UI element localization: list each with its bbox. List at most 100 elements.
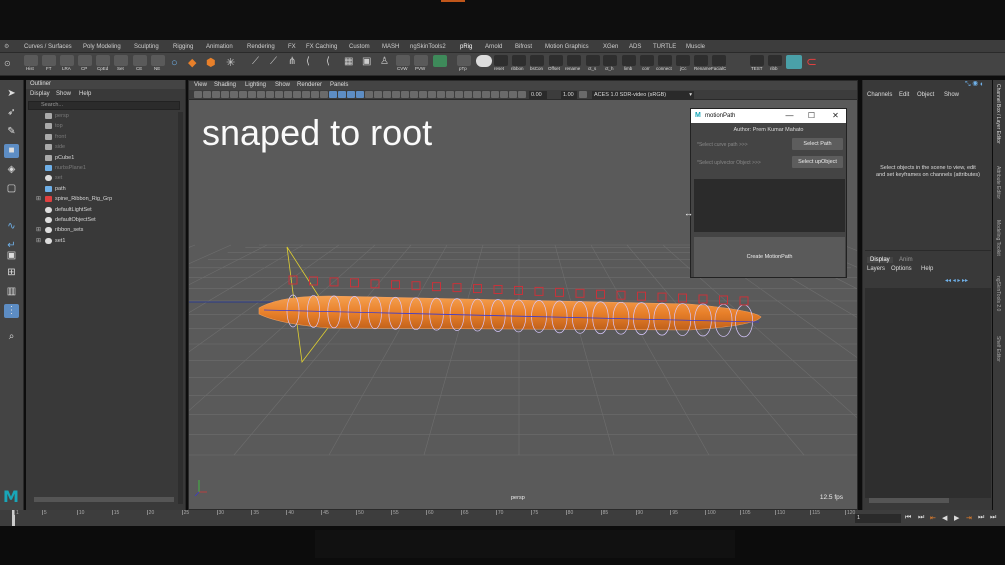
shelf-tab[interactable]: FX — [288, 44, 296, 50]
search-icon[interactable]: ⌕ — [4, 330, 19, 344]
shelf-tab[interactable]: ngSkinTools2 — [410, 44, 446, 50]
play-forward-icon[interactable]: ▶ — [954, 514, 959, 522]
expand-icon[interactable]: ⊞ — [36, 194, 41, 204]
paint-select-icon[interactable]: ✎ — [4, 125, 19, 139]
expand-icon[interactable]: ⊞ — [36, 225, 41, 235]
viewport-tool-icon[interactable] — [212, 91, 220, 98]
layer-tools-icon[interactable]: ◂◂ ◂ ▸ ▸▸ — [945, 277, 968, 284]
viewport-tool-icon[interactable] — [230, 91, 238, 98]
viewport-tool-icon[interactable] — [347, 91, 355, 98]
layer-hscroll[interactable] — [869, 498, 949, 503]
viewport-tool-icon[interactable] — [302, 91, 310, 98]
shelf-button[interactable] — [512, 55, 526, 66]
viewport-tool-icon[interactable] — [311, 91, 319, 98]
shelf-button[interactable] — [676, 55, 690, 66]
side-tab[interactable]: Channel Box / Layer Editor — [995, 84, 1001, 144]
close-icon[interactable]: ✕ — [829, 109, 842, 123]
shelf-tab[interactable]: Rigging — [173, 44, 193, 50]
figure-icon[interactable]: ♙ — [380, 56, 389, 67]
viewport-tool-icon[interactable] — [509, 91, 517, 98]
side-tab[interactable]: Shelf Editor — [995, 336, 1001, 362]
shelf-tab[interactable]: Sculpting — [134, 44, 159, 50]
step-forward-key-icon[interactable]: ⏭ — [978, 514, 984, 522]
shelf-tab[interactable]: Poly Modeling — [83, 44, 121, 50]
channel-menu-item[interactable]: Channels — [867, 92, 892, 98]
magnet-icon[interactable]: ⊂ — [806, 54, 817, 70]
tab-display[interactable]: Display — [867, 257, 893, 263]
shelf-button[interactable] — [712, 55, 726, 66]
outliner-vscroll[interactable] — [178, 112, 183, 504]
viewport-tool-icon[interactable] — [194, 91, 202, 98]
shelf-button[interactable] — [42, 55, 56, 66]
outliner-item[interactable]: nurbsPlane1 — [26, 163, 176, 173]
side-tab[interactable]: Modeling Toolkit — [995, 220, 1001, 256]
shelf-button[interactable] — [530, 55, 544, 66]
viewport-menu-item[interactable]: Show — [275, 82, 290, 88]
outliner-item[interactable]: front — [26, 132, 176, 142]
scale-tool-icon[interactable]: ▢ — [4, 182, 19, 196]
colorspace-dropdown[interactable]: ACES 1.0 SDR-video (sRGB) ▾ — [592, 91, 694, 99]
shelf-gear-icon[interactable]: ⚙ — [4, 43, 9, 50]
skin-tool-icon[interactable]: ⋔ — [288, 56, 296, 67]
layer-list[interactable] — [865, 288, 991, 498]
create-motionpath-button[interactable]: Create MotionPath — [694, 237, 845, 277]
viewport-tool-icon[interactable] — [455, 91, 463, 98]
four-view-icon[interactable]: ⊞ — [4, 266, 19, 280]
viewport-tool-icon[interactable] — [579, 91, 587, 98]
viewport-tool-icon[interactable] — [419, 91, 427, 98]
polygon-icon[interactable]: ⬢ — [206, 56, 216, 69]
outliner-item[interactable]: side — [26, 142, 176, 152]
viewport-tool-icon[interactable] — [266, 91, 274, 98]
single-view-icon[interactable]: ▣ — [4, 249, 19, 263]
viewport-tool-icon[interactable] — [392, 91, 400, 98]
viewport-tool-icon[interactable] — [293, 91, 301, 98]
go-to-end-icon[interactable]: ⏭ — [990, 514, 996, 522]
shelf-button[interactable] — [60, 55, 74, 66]
shelf-tab[interactable]: Arnold — [485, 44, 502, 50]
shelf-tab[interactable]: Muscle — [686, 44, 705, 50]
shelf-button[interactable] — [96, 55, 110, 66]
outliner-hscroll[interactable] — [34, 497, 174, 502]
shelf-tab[interactable]: Animation — [206, 44, 233, 50]
lattice-icon[interactable]: ▦ — [344, 56, 353, 67]
viewport-tool-icon[interactable] — [383, 91, 391, 98]
gamma-field[interactable]: 1.00 — [561, 91, 577, 99]
shelf-button[interactable] — [114, 55, 128, 66]
channel-menu-item[interactable]: Edit — [899, 92, 909, 98]
viewport-tool-icon[interactable] — [284, 91, 292, 98]
shelf-button[interactable] — [24, 55, 38, 66]
minimize-icon[interactable]: — — [783, 109, 796, 123]
shelf-tab[interactable]: TURTLE — [653, 44, 676, 50]
outliner-item[interactable]: defaultLightSet — [26, 205, 176, 215]
select-tool-icon[interactable]: ➤ — [4, 87, 19, 101]
outliner-item[interactable]: path — [26, 184, 176, 194]
viewport-menu-item[interactable]: Lighting — [245, 82, 266, 88]
viewport-tool-icon[interactable] — [446, 91, 454, 98]
shelf-button[interactable] — [151, 55, 165, 66]
maximize-icon[interactable]: ☐ — [805, 109, 818, 123]
shelf-button[interactable] — [494, 55, 508, 66]
circle-icon[interactable]: ○ — [171, 57, 178, 69]
viewport-tool-icon[interactable] — [518, 91, 526, 98]
step-forward-frame-icon[interactable]: ⇥ — [966, 514, 972, 522]
viewport-tool-icon[interactable] — [221, 91, 229, 98]
tab-anim[interactable]: Anim — [899, 257, 913, 263]
outliner-item[interactable]: ⊞ ribbon_sets — [26, 225, 176, 235]
ribbon-tool-icon[interactable] — [786, 55, 802, 69]
viewport-tool-icon[interactable] — [248, 91, 256, 98]
viewport-tool-icon[interactable] — [239, 91, 247, 98]
go-to-start-icon[interactable]: ⏮ — [905, 514, 911, 522]
shelf-button[interactable] — [694, 55, 708, 66]
shelf-tab[interactable]: Bifrost — [515, 44, 532, 50]
side-tab[interactable]: ngSkinTools 2.0 — [995, 276, 1001, 311]
viewport-tool-icon[interactable] — [203, 91, 211, 98]
shelf-menu-icon[interactable]: ⊙ — [4, 59, 11, 68]
exposure-field[interactable]: 0.00 — [529, 91, 547, 99]
outliner-item[interactable]: ⊞ set1 — [26, 236, 176, 246]
shelf-button[interactable] — [78, 55, 92, 66]
viewport-tool-icon[interactable] — [500, 91, 508, 98]
viewport-tool-icon[interactable] — [356, 91, 364, 98]
shelf-tab[interactable]: MASH — [382, 44, 399, 50]
layer-menu-item[interactable]: Layers — [867, 266, 885, 272]
shelf-tab[interactable]: Custom — [349, 44, 370, 50]
